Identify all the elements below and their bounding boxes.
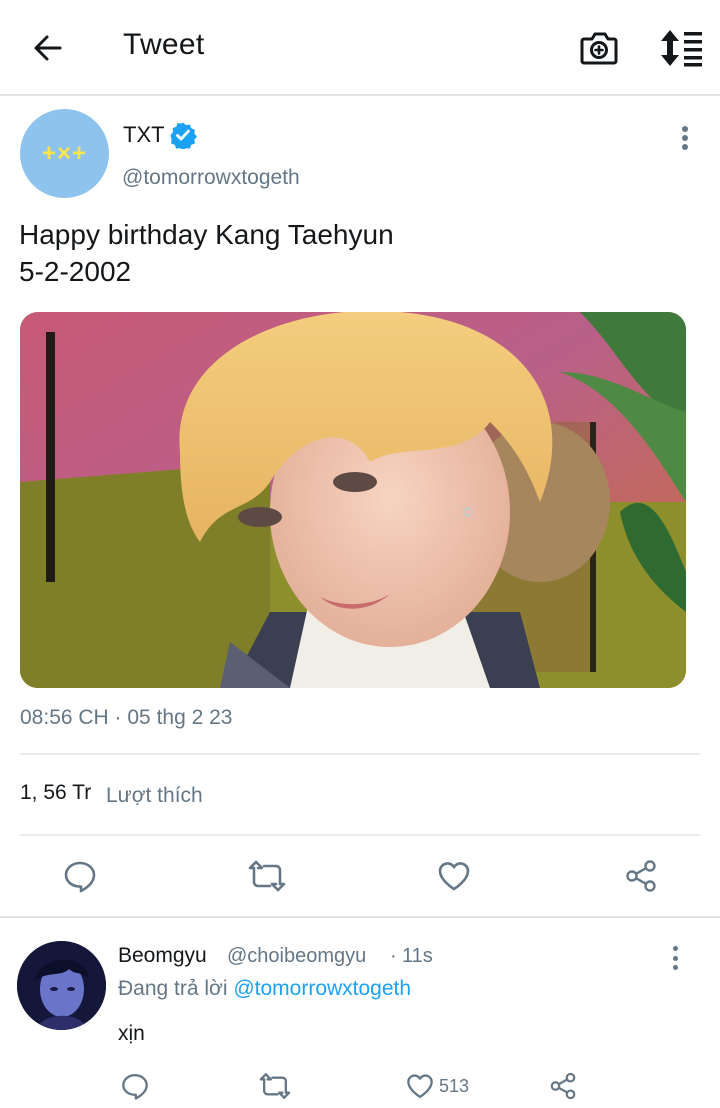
more-dot-icon [672,965,678,970]
more-dot-icon [682,144,688,150]
replying-to: Đang trả lời @tomorrowxtogeth [118,977,411,1001]
sort-button[interactable] [658,28,704,68]
reply-separator: · [390,945,397,967]
share-button[interactable] [619,854,663,898]
retweet-button[interactable] [245,854,289,898]
author-avatar[interactable]: +×+ [20,109,109,198]
camera-button[interactable] [578,28,620,68]
top-app-bar: Tweet [0,0,720,96]
like-icon [407,1074,433,1098]
more-dot-icon [672,946,678,951]
replying-to-handle-link[interactable]: @tomorrowxtogeth [233,977,411,1000]
like-icon [438,862,470,891]
reply-icon [64,861,96,893]
more-dot-icon [682,135,688,141]
retweet-icon [248,860,286,892]
back-arrow-icon [34,35,62,61]
reply-share-button[interactable] [548,1070,578,1102]
like-button[interactable] [432,854,476,898]
camera-plus-icon [580,32,618,65]
share-icon [626,860,656,892]
share-icon [550,1072,576,1100]
more-dot-icon [672,955,678,961]
reply-more-button[interactable] [664,946,686,970]
reply-text: xịn [118,1022,145,1045]
tweet-text: Happy birthday Kang Taehyun 5-2-2002 [19,216,394,290]
reply-author-handle[interactable]: @choibeomgyu [227,945,366,968]
reply-retweet-button[interactable] [258,1070,292,1102]
likes-count: 1, 56 Tr [20,781,92,804]
replying-to-prefix: Đang trả lời [118,977,228,1000]
reply-like-button[interactable]: 513 [405,1070,469,1102]
reply-author-name[interactable]: Beomgyu [118,944,207,968]
divider [20,834,700,836]
tweet-text-line: Happy birthday Kang Taehyun [19,219,394,250]
portrait-photo [20,312,686,688]
reply-reply-button[interactable] [120,1070,150,1102]
likes-link[interactable]: Lượt thích [106,784,203,808]
avatar-photo [17,941,106,1030]
author-handle[interactable]: @tomorrowxtogeth [122,166,300,190]
reply-time: 11s [402,945,433,967]
retweet-icon [259,1073,291,1099]
divider [0,916,720,918]
more-dot-icon [682,126,688,132]
divider [20,753,700,755]
reply-author-avatar[interactable] [17,941,106,1030]
tweet-text-line: 5-2-2002 [19,256,132,287]
reply-button[interactable] [58,854,102,898]
back-button[interactable] [28,28,68,68]
tweet-more-button[interactable] [672,124,698,152]
tweet-timestamp: 08:56 CH · 05 thg 2 23 [20,706,233,729]
sort-icon [661,30,702,67]
author-name[interactable]: TXT [123,122,165,148]
tweet-photo[interactable] [20,312,686,688]
reply-icon [122,1074,148,1100]
avatar-logo-text: +×+ [41,139,88,167]
reply-like-count: 513 [439,1075,470,1096]
verified-badge-icon [170,122,197,149]
page-title: Tweet [123,28,205,61]
